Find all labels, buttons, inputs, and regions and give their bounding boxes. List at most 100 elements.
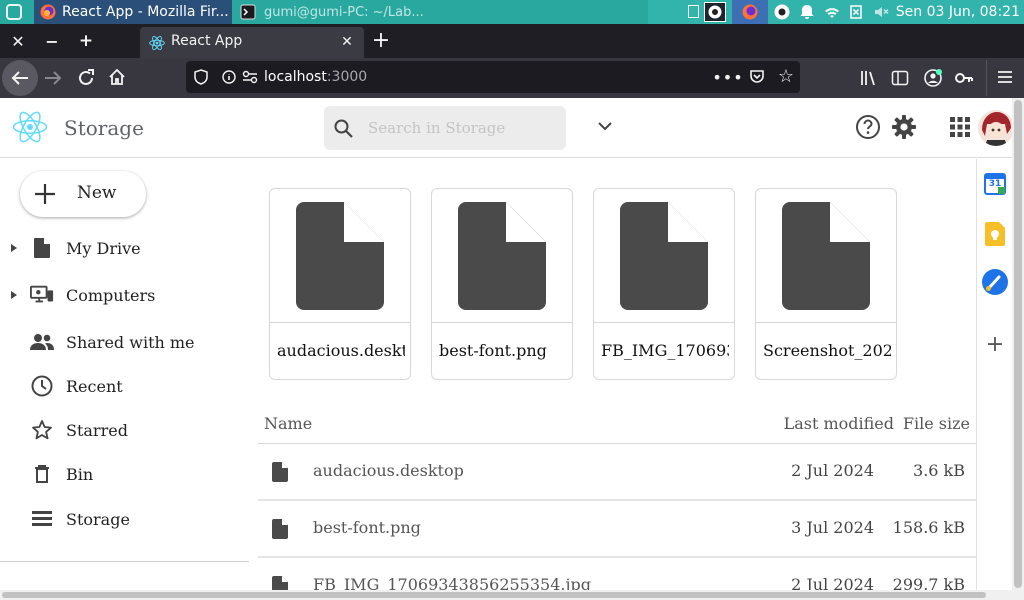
vertical-scrollbar-thumb[interactable] bbox=[1014, 100, 1022, 588]
bookmark-star-icon[interactable]: ☆ bbox=[776, 66, 796, 87]
column-header-last-modified[interactable]: Last modified bbox=[784, 414, 894, 433]
sidebar-item-bin[interactable]: Bin bbox=[0, 454, 250, 494]
shared-icon bbox=[30, 334, 54, 350]
file-size: 3.6 kB bbox=[913, 461, 965, 480]
close-window-icon[interactable]: ✕ bbox=[8, 31, 28, 51]
app-menu-icon[interactable] bbox=[6, 4, 22, 20]
notification-bell-icon[interactable] bbox=[800, 4, 814, 20]
sidebar-item-label: Recent bbox=[66, 376, 123, 396]
clock[interactable]: Sen 03 Jun, 08:21 bbox=[896, 0, 1020, 24]
tasks-icon[interactable] bbox=[981, 268, 1009, 296]
expand-caret-icon[interactable] bbox=[10, 243, 18, 253]
main-content: audacious.desktop best-font.png FB_IMG_1… bbox=[258, 159, 976, 600]
sidebar-item-label: Bin bbox=[66, 464, 94, 484]
close-tab-icon[interactable]: ✕ bbox=[338, 33, 356, 51]
table-row[interactable]: best-font.png 3 Jul 2024 158.6 kB bbox=[258, 501, 976, 558]
plus-icon bbox=[35, 184, 55, 204]
home-icon[interactable] bbox=[108, 68, 126, 86]
new-button[interactable]: New bbox=[20, 171, 146, 217]
sidebar: New My Drive Computers Shared with me Re… bbox=[0, 159, 250, 600]
tray-firefox-icon[interactable] bbox=[732, 0, 768, 24]
react-logo-icon[interactable] bbox=[12, 110, 48, 144]
new-tab-icon[interactable]: + bbox=[370, 28, 392, 53]
url-port: :3000 bbox=[326, 69, 368, 85]
sidebar-item-starred[interactable]: Starred bbox=[0, 410, 250, 450]
table-row[interactable]: audacious.desktop 2 Jul 2024 3.6 kB bbox=[258, 444, 976, 501]
key-icon[interactable] bbox=[955, 70, 973, 86]
sidebar-toggle-icon[interactable] bbox=[891, 69, 909, 87]
file-thumbnail bbox=[756, 189, 896, 323]
storage-app: Storage New My Drive Co bbox=[0, 98, 1012, 600]
search-box[interactable] bbox=[324, 106, 566, 150]
library-icon[interactable] bbox=[860, 69, 878, 87]
system-taskbar: React App - Mozilla Fir... gumi@gumi-PC:… bbox=[0, 0, 1024, 24]
file-name[interactable]: best-font.png bbox=[313, 518, 421, 537]
clock-icon bbox=[31, 375, 53, 397]
maximize-window-icon[interactable]: + bbox=[76, 31, 96, 51]
sidebar-item-computers[interactable]: Computers bbox=[0, 275, 250, 315]
keep-icon[interactable] bbox=[985, 222, 1005, 246]
file-icon bbox=[296, 201, 384, 310]
url-text[interactable]: localhost:3000 bbox=[264, 61, 367, 93]
calendar-icon[interactable]: 31 bbox=[984, 173, 1006, 195]
permissions-icon[interactable] bbox=[242, 70, 258, 84]
clipboard-icon[interactable] bbox=[850, 5, 862, 19]
pocket-icon[interactable] bbox=[749, 69, 765, 85]
taskbar-firefox-window[interactable]: React App - Mozilla Fir... bbox=[34, 0, 232, 24]
browser-tab-bar: ✕ − + React App ✕ + bbox=[0, 24, 1024, 58]
sidebar-item-label: Starred bbox=[66, 420, 128, 440]
help-icon[interactable] bbox=[855, 114, 881, 140]
reload-icon[interactable] bbox=[77, 69, 95, 87]
sidebar-item-shared-with-me[interactable]: Shared with me bbox=[0, 322, 250, 362]
file-name[interactable]: audacious.desktop bbox=[313, 461, 464, 480]
minimize-window-icon[interactable]: − bbox=[42, 31, 62, 51]
add-addon-plus-icon[interactable]: + bbox=[986, 332, 1004, 357]
url-host: localhost bbox=[264, 69, 327, 85]
file-list-header: Name Last modified File size bbox=[258, 406, 976, 444]
column-header-file-size[interactable]: File size bbox=[903, 414, 970, 433]
sidebar-item-storage[interactable]: Storage bbox=[0, 499, 250, 539]
avatar[interactable] bbox=[978, 110, 1012, 146]
vertical-scrollbar[interactable] bbox=[1012, 98, 1024, 600]
file-icon bbox=[458, 201, 546, 310]
back-button[interactable] bbox=[2, 60, 38, 96]
horizontal-scrollbar-thumb[interactable] bbox=[2, 592, 986, 598]
wifi-icon[interactable] bbox=[824, 5, 840, 19]
back-arrow-icon bbox=[11, 71, 28, 85]
column-header-name[interactable]: Name bbox=[264, 414, 312, 433]
suggested-file-card[interactable]: best-font.png bbox=[431, 188, 573, 380]
sidebar-item-recent[interactable]: Recent bbox=[0, 366, 250, 406]
suggested-file-card[interactable]: Screenshot_2024 bbox=[755, 188, 897, 380]
file-thumbnail bbox=[432, 189, 572, 323]
taskbar-firefox-label: React App - Mozilla Fir... bbox=[62, 4, 229, 20]
react-favicon-icon bbox=[149, 36, 165, 50]
expand-caret-icon[interactable] bbox=[10, 290, 18, 300]
settings-gear-icon[interactable] bbox=[891, 114, 917, 140]
search-icon[interactable] bbox=[334, 119, 353, 138]
tab-react-app[interactable]: React App ✕ bbox=[140, 27, 364, 58]
toolbar-divider bbox=[986, 60, 987, 96]
forward-arrow-icon[interactable] bbox=[44, 70, 62, 86]
calendar-day: 31 bbox=[988, 179, 1002, 189]
search-options-chevron-down-icon[interactable] bbox=[598, 122, 612, 131]
page-actions-icon[interactable]: ••• bbox=[712, 67, 742, 87]
info-icon[interactable] bbox=[222, 70, 236, 84]
sidebar-item-my-drive[interactable]: My Drive bbox=[0, 228, 250, 268]
browser-toolbar: localhost:3000 ••• ☆ bbox=[0, 58, 1024, 98]
tray-app-icon[interactable] bbox=[704, 2, 726, 22]
hamburger-menu-icon[interactable] bbox=[997, 70, 1013, 84]
taskbar-terminal-window[interactable]: gumi@gumi-PC: ~/Lab... bbox=[236, 0, 436, 24]
horizontal-scrollbar[interactable] bbox=[0, 590, 1012, 600]
account-icon[interactable] bbox=[922, 67, 944, 89]
tray-circle-icon[interactable] bbox=[774, 4, 790, 20]
firefox-icon bbox=[40, 4, 56, 20]
suggested-file-card[interactable]: audacious.desktop bbox=[269, 188, 411, 380]
file-icon bbox=[620, 201, 708, 310]
volume-muted-icon[interactable] bbox=[874, 5, 890, 19]
shield-icon[interactable] bbox=[194, 69, 208, 85]
url-bar[interactable]: localhost:3000 ••• ☆ bbox=[186, 61, 800, 93]
apps-grid-icon[interactable] bbox=[950, 117, 970, 137]
search-input[interactable] bbox=[368, 117, 558, 139]
window-icon[interactable] bbox=[688, 5, 699, 18]
suggested-file-card[interactable]: FB_IMG_17069343856255354.jpg bbox=[593, 188, 735, 380]
